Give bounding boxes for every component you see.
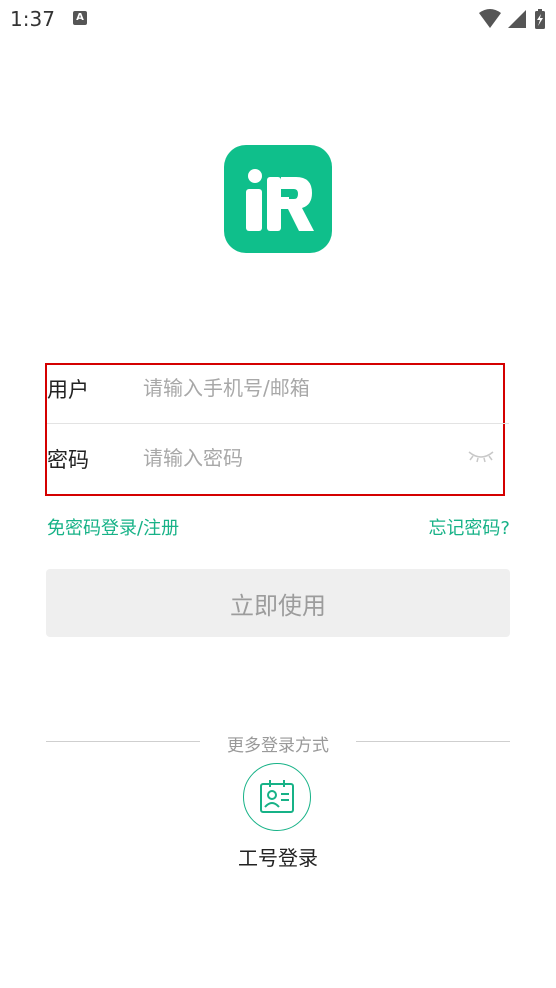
password-row: 密码 xyxy=(47,430,509,490)
username-input[interactable] xyxy=(143,370,453,406)
sms-login-register-link[interactable]: 免密码登录/注册 xyxy=(47,514,179,540)
app-logo xyxy=(224,145,332,253)
wifi-icon xyxy=(478,9,501,28)
battery-charging-icon xyxy=(535,9,545,29)
password-label: 密码 xyxy=(47,448,89,472)
username-row: 用户 xyxy=(47,360,509,420)
submit-button[interactable]: 立即使用 xyxy=(46,569,510,637)
more-login-divider-right xyxy=(356,741,510,742)
username-label: 用户 xyxy=(47,378,89,402)
forgot-password-link[interactable]: 忘记密码? xyxy=(428,514,510,540)
employee-id-login-label[interactable]: 工号登录 xyxy=(0,842,556,871)
more-login-title: 更多登录方式 xyxy=(227,736,329,756)
notification-a-icon: A xyxy=(73,11,87,25)
id-badge-icon xyxy=(260,780,294,813)
status-time: 1:37 xyxy=(10,7,55,31)
status-icons xyxy=(478,8,546,30)
app-logo-mark xyxy=(246,169,314,231)
status-bar: 1:37 A xyxy=(0,0,556,40)
username-divider xyxy=(47,423,509,424)
cell-signal-icon xyxy=(507,10,526,28)
password-input[interactable] xyxy=(143,440,453,476)
employee-id-login-button[interactable] xyxy=(243,763,311,831)
eye-closed-icon[interactable] xyxy=(467,446,495,466)
